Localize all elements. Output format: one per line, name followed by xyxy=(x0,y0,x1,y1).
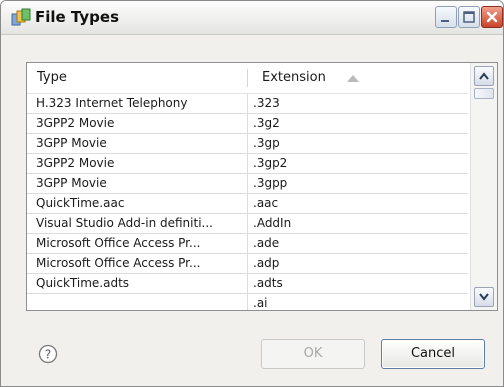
row-divider xyxy=(247,114,248,133)
table-row[interactable]: Microsoft Office Access Pr... .adp xyxy=(27,254,468,274)
cell-type: 3GPP2 Movie xyxy=(36,156,115,170)
window-title: File Types xyxy=(35,8,119,26)
cell-type: QuickTime.aac xyxy=(36,196,125,210)
row-divider xyxy=(247,254,248,273)
cell-extension: .323 xyxy=(253,96,280,110)
cell-type: 3GPP Movie xyxy=(36,136,107,150)
cancel-button[interactable]: Cancel xyxy=(381,339,485,369)
table-row[interactable]: Visual Studio Add-in definiti... .AddIn xyxy=(27,214,468,234)
cell-extension: .3g2 xyxy=(253,116,280,130)
row-divider xyxy=(247,154,248,173)
file-types-dialog: File Types Type Extension H.323 Internet… xyxy=(0,0,504,387)
close-icon xyxy=(486,11,498,23)
minimize-icon xyxy=(441,20,449,22)
row-divider xyxy=(247,194,248,213)
table-row[interactable]: H.323 Internet Telephony .323 xyxy=(27,94,468,114)
column-divider[interactable] xyxy=(247,69,248,87)
row-divider xyxy=(247,94,248,113)
ok-button[interactable]: OK xyxy=(261,339,365,369)
cell-extension: .ade xyxy=(253,236,280,250)
cell-type: 3GPP2 Movie xyxy=(36,116,115,130)
file-types-table[interactable]: Type Extension H.323 Internet Telephony.… xyxy=(26,62,498,311)
table-row[interactable]: 3GPP Movie .3gpp xyxy=(27,174,468,194)
svg-text:?: ? xyxy=(45,348,51,362)
row-divider xyxy=(247,234,248,253)
row-divider xyxy=(247,294,248,310)
chevron-down-icon xyxy=(479,293,489,301)
row-divider xyxy=(247,134,248,153)
maximize-icon xyxy=(463,11,475,23)
column-header-extension[interactable]: Extension xyxy=(262,63,326,93)
cell-extension: .ai xyxy=(253,296,268,310)
cell-type: Visual Studio Add-in definiti... xyxy=(36,216,213,230)
cell-type: H.323 Internet Telephony xyxy=(36,96,188,110)
minimize-button[interactable] xyxy=(435,6,457,28)
scroll-up-button[interactable] xyxy=(474,66,494,86)
table-row[interactable]: QuickTime.adts .adts xyxy=(27,274,468,294)
cell-type: 3GPP Movie xyxy=(36,176,107,190)
sort-ascending-icon xyxy=(347,75,359,82)
scroll-down-button[interactable] xyxy=(474,287,494,307)
maximize-button[interactable] xyxy=(458,6,480,28)
cell-extension: .aac xyxy=(253,196,279,210)
row-divider xyxy=(247,214,248,233)
file-types-icon xyxy=(11,8,31,27)
column-header-type[interactable]: Type xyxy=(37,63,67,93)
cell-extension: .adts xyxy=(253,276,283,290)
vertical-scrollbar[interactable] xyxy=(470,63,497,310)
table-header: Type Extension xyxy=(27,63,468,94)
row-divider xyxy=(247,174,248,193)
cell-extension: .3gpp xyxy=(253,176,288,190)
cell-extension: .AddIn xyxy=(253,216,292,230)
row-divider xyxy=(247,274,248,293)
cell-type xyxy=(36,294,246,310)
table-row[interactable]: 3GPP2 Movie .3g2 xyxy=(27,114,468,134)
table-row[interactable]: Microsoft Office Access Pr... .ade xyxy=(27,234,468,254)
cell-type: Microsoft Office Access Pr... xyxy=(36,236,201,250)
table-row[interactable]: QuickTime.aac .aac xyxy=(27,194,468,214)
table-row[interactable]: 3GPP Movie .3gp xyxy=(27,134,468,154)
cell-extension: .adp xyxy=(253,256,280,270)
cell-type: Microsoft Office Access Pr... xyxy=(36,256,201,270)
cell-type: QuickTime.adts xyxy=(36,276,130,290)
table-row[interactable]: .ai xyxy=(27,294,468,310)
chevron-up-icon xyxy=(479,72,489,80)
close-button[interactable] xyxy=(481,6,503,28)
cell-extension: .3gp2 xyxy=(253,156,288,170)
scroll-thumb[interactable] xyxy=(474,88,494,99)
table-body: H.323 Internet Telephony .323 3GPP2 Movie.… xyxy=(27,94,468,310)
cell-extension: .3gp xyxy=(253,136,280,150)
help-icon[interactable]: ? xyxy=(38,344,58,364)
table-row[interactable]: 3GPP2 Movie .3gp2 xyxy=(27,154,468,174)
title-bar[interactable]: File Types xyxy=(1,1,503,35)
